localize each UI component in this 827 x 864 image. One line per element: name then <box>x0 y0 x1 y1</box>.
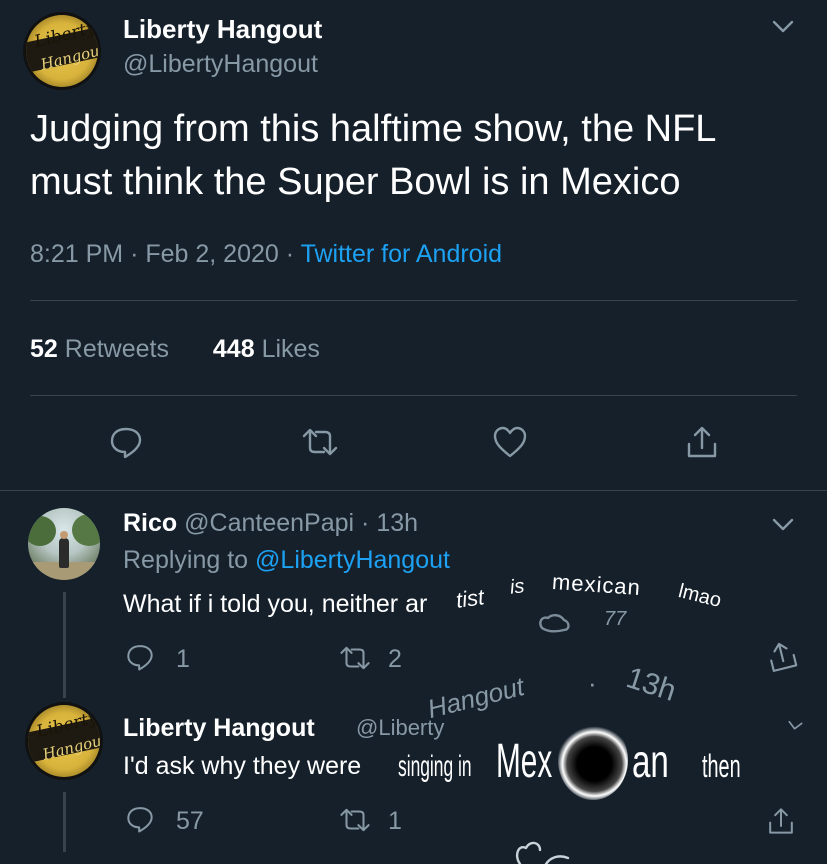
reply1-text-warp-b: is <box>508 575 526 599</box>
divider <box>30 300 797 301</box>
share-icon[interactable] <box>684 424 720 460</box>
meta-separator: · <box>285 240 295 268</box>
chevron-down-icon[interactable] <box>785 717 805 735</box>
reply2-retweet-count: 1 <box>388 807 402 835</box>
divider <box>30 395 797 396</box>
thread-line <box>63 792 66 852</box>
tweet-date: Feb 2, 2020 <box>145 240 279 268</box>
reply1-age: 13h <box>376 509 419 537</box>
reply1-text-warp-a: tist <box>454 584 486 613</box>
main-tweet-display-name[interactable]: Liberty Hangout <box>123 14 322 45</box>
reply-icon[interactable] <box>125 804 155 834</box>
reply1-text-warp-d: lmao <box>676 580 724 612</box>
reply2-separator: · <box>588 668 597 698</box>
likes-label: Likes <box>261 335 320 363</box>
reply1-text: What if i told you, neither ar <box>123 590 428 618</box>
engagement-stats: 52 Retweets 448 Likes <box>30 335 320 364</box>
reply1-retweet-count: 2 <box>388 645 402 673</box>
replying-prefix: Replying to <box>123 546 249 574</box>
like-icon <box>515 841 570 864</box>
tweet-source-link[interactable]: Twitter for Android <box>301 240 502 268</box>
reply1-display-name[interactable]: Rico <box>123 509 177 537</box>
avatar-person-head <box>60 531 68 539</box>
retweet-icon[interactable] <box>300 426 340 458</box>
main-tweet-meta: 8:21 PM · Feb 2, 2020 · Twitter for Andr… <box>30 240 502 269</box>
reply1-avatar[interactable] <box>28 508 100 580</box>
share-icon[interactable] <box>763 637 802 676</box>
reply-icon[interactable] <box>125 642 155 672</box>
reply1-text-warp-c: mexican <box>551 568 642 601</box>
tweet-time: 8:21 PM <box>30 240 124 268</box>
reply2-text-warp-b: Mex <box>496 735 553 788</box>
retweets-stat[interactable]: 52 Retweets <box>30 335 176 363</box>
reply2-age: 13h <box>622 661 681 708</box>
avatar-person <box>59 538 69 568</box>
meta-separator: · <box>130 240 139 268</box>
replying-to-link[interactable]: @LibertyHangout <box>255 546 450 574</box>
reply2-text-warp-c: an <box>632 735 669 787</box>
chevron-down-icon[interactable] <box>770 516 796 534</box>
reply1-separator: · <box>361 509 370 537</box>
main-tweet-avatar[interactable]: Liberty Hangout <box>26 15 98 87</box>
chevron-down-icon[interactable] <box>770 18 796 36</box>
main-tweet-handle[interactable]: @LibertyHangout <box>123 50 318 79</box>
reply2-text-warp-a: singing in <box>398 750 472 783</box>
likes-count: 448 <box>212 335 255 363</box>
like-icon <box>539 614 570 633</box>
reply-icon[interactable] <box>108 424 144 460</box>
avatar-tree <box>28 516 56 546</box>
reply2-handle-b[interactable]: Hangout <box>425 671 528 725</box>
like-icon[interactable] <box>492 425 528 459</box>
divider <box>0 490 827 491</box>
share-icon[interactable] <box>766 806 796 836</box>
reply2-avatar[interactable]: Liberty Hangout <box>28 705 100 777</box>
reply2-reply-count: 57 <box>176 807 204 835</box>
retweets-count: 52 <box>30 335 58 363</box>
main-tweet-text-line2: must think the Super Bowl is in Mexico <box>30 161 681 203</box>
reply2-text: I'd ask why they were <box>123 752 362 780</box>
reply2-text-warp-d: then <box>702 748 741 784</box>
reply2-display-name[interactable]: Liberty Hangout <box>123 714 315 743</box>
retweet-icon[interactable] <box>338 806 372 834</box>
retweets-label: Retweets <box>64 335 169 363</box>
avatar-tree <box>72 514 100 546</box>
likes-stat[interactable]: 448 Likes <box>213 335 320 363</box>
reply1-handle[interactable]: @CanteenPapi <box>184 509 354 537</box>
swirl-icon <box>558 720 628 800</box>
retweet-icon[interactable] <box>338 644 372 672</box>
thread-line <box>63 592 66 698</box>
reply1-ghost-count: 77 <box>604 608 627 630</box>
reply1-header: Rico @CanteenPapi · 13h <box>123 509 418 538</box>
reply1-reply-count: 1 <box>176 645 190 673</box>
reply1-replying-to: Replying to @LibertyHangout <box>123 546 450 575</box>
main-tweet-text-line1: Judging from this halftime show, the NFL <box>30 108 717 150</box>
